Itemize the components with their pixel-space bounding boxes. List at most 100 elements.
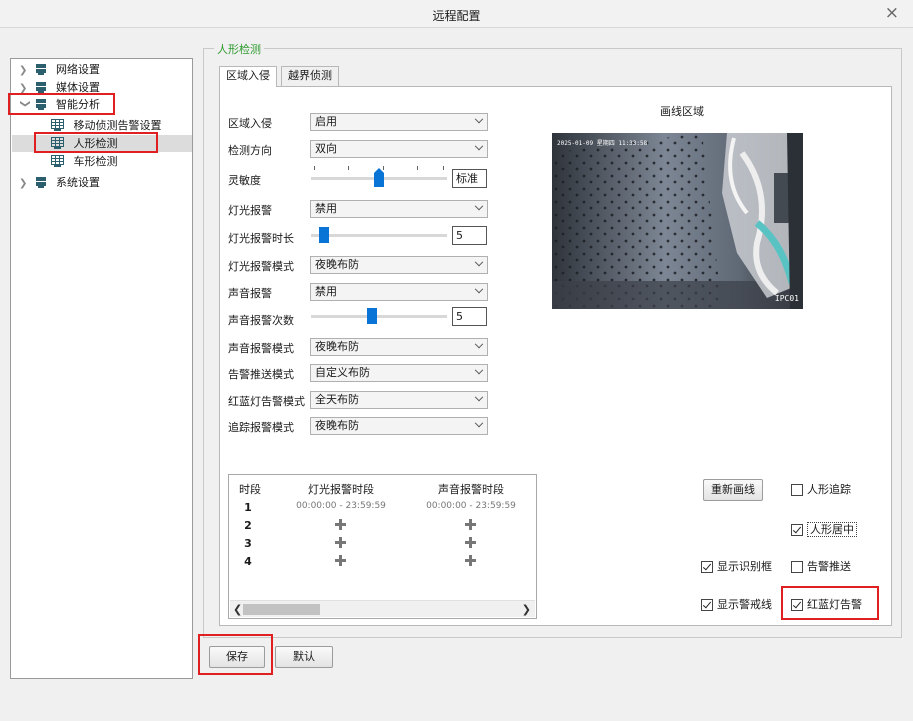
scroll-left-icon[interactable]: ❮ (233, 603, 242, 616)
add-light-period-icon[interactable] (335, 519, 346, 530)
tree-label: 网络设置 (56, 63, 100, 76)
track-mode-label: 追踪报警模式 (228, 421, 294, 434)
table-header: 时段 (239, 483, 261, 496)
checkbox-box (701, 599, 713, 611)
light-alarm-select[interactable]: 禁用 (310, 200, 488, 218)
sound-count-slider[interactable] (311, 308, 447, 324)
horizontal-scrollbar[interactable]: ❮ ❯ (230, 600, 535, 617)
tree-label: 系统设置 (56, 176, 100, 189)
select-value: 双向 (315, 142, 337, 155)
select-value: 禁用 (315, 285, 337, 298)
chevron-down-icon (474, 284, 484, 294)
schedule-table: 时段 灯光报警时段 声音报警时段 1 00:00:00 - 23:59:59 0… (228, 474, 537, 619)
add-sound-period-icon[interactable] (465, 537, 476, 548)
light-mode-select[interactable]: 夜晚布防 (310, 256, 488, 274)
sound-count-input[interactable]: 5 (452, 307, 487, 326)
window-title: 远程配置 (432, 9, 481, 23)
add-light-period-icon[interactable] (335, 555, 346, 566)
add-light-period-icon[interactable] (335, 537, 346, 548)
light-mode-label: 灯光报警模式 (228, 260, 294, 273)
drawing-area-label: 画线区域 (660, 105, 704, 118)
select-value: 全天布防 (315, 393, 359, 406)
sound-mode-label: 声音报警模式 (228, 342, 294, 355)
slider-track (311, 315, 447, 318)
default-button[interactable]: 默认 (275, 646, 333, 668)
checkbox-box (701, 561, 713, 573)
sound-alarm-label: 声音报警 (228, 287, 272, 300)
tree-label: 车形检测 (73, 155, 118, 168)
chevron-right-icon[interactable]: ❯ (19, 62, 31, 79)
chevron-down-icon[interactable]: ❯ (17, 100, 34, 112)
sound-alarm-select[interactable]: 禁用 (310, 283, 488, 301)
sound-period-cell[interactable]: 00:00:00 - 23:59:59 (411, 501, 531, 511)
tree-item-vehicle-detection[interactable]: 车形检测 (51, 153, 118, 170)
add-sound-period-icon[interactable] (465, 519, 476, 530)
osd-camera-name: IPC01 (774, 294, 799, 303)
group-title: 人形检测 (214, 41, 264, 57)
sensitivity-slider[interactable] (311, 166, 447, 187)
settings-module-icon (35, 82, 46, 93)
light-alarm-label: 灯光报警 (228, 204, 272, 217)
tree-item-smart-analysis[interactable]: ❯ 智能分析 (17, 96, 101, 113)
check-icon (702, 599, 712, 609)
grid-module-icon (51, 119, 64, 131)
sound-mode-select[interactable]: 夜晚布防 (310, 338, 488, 356)
light-period-cell[interactable]: 00:00:00 - 23:59:59 (281, 501, 401, 511)
check-icon (702, 561, 712, 571)
scroll-thumb[interactable] (243, 604, 320, 615)
chevron-down-icon (474, 201, 484, 211)
region-intrusion-label: 区域入侵 (228, 117, 272, 130)
chevron-down-icon (474, 114, 484, 124)
tree-item-system[interactable]: ❯ 系统设置 (19, 174, 100, 191)
camera-image (552, 133, 803, 309)
redraw-line-button[interactable]: 重新画线 (703, 479, 763, 501)
tree-item-media[interactable]: ❯ 媒体设置 (19, 79, 100, 96)
chevron-right-icon[interactable]: ❯ (19, 175, 31, 192)
light-duration-input[interactable]: 5 (452, 226, 487, 245)
settings-module-icon (35, 99, 46, 110)
tree-item-motion-alarm[interactable]: 移动侦测告警设置 (51, 117, 162, 134)
slider-tick (443, 166, 444, 170)
direction-select[interactable]: 双向 (310, 140, 488, 158)
save-button[interactable]: 保存 (209, 646, 265, 668)
select-value: 夜晚布防 (315, 419, 359, 432)
table-header: 声音报警时段 (438, 483, 504, 496)
track-mode-select[interactable]: 夜晚布防 (310, 417, 488, 435)
checkbox-box (791, 524, 803, 536)
scroll-right-icon[interactable]: ❯ (522, 603, 531, 616)
chevron-right-icon[interactable]: ❯ (19, 80, 31, 97)
sound-count-label: 声音报警次数 (228, 314, 294, 327)
redblue-mode-select[interactable]: 全天布防 (310, 391, 488, 409)
tab-region-intrusion[interactable]: 区域入侵 (219, 66, 277, 87)
slider-tick (348, 166, 349, 170)
tab-line-crossing[interactable]: 越界侦测 (281, 66, 339, 86)
checkbox-box (791, 561, 803, 573)
slider-thumb[interactable] (374, 168, 384, 187)
push-mode-select[interactable]: 自定义布防 (310, 364, 488, 382)
checkbox-label: 显示警戒线 (717, 598, 772, 611)
checkbox-label: 人形居中 (807, 522, 857, 537)
check-icon (792, 524, 802, 534)
region-intrusion-select[interactable]: 启用 (310, 113, 488, 131)
select-value: 自定义布防 (315, 366, 370, 379)
tree-item-human-detection[interactable]: 人形检测 (12, 135, 192, 152)
light-duration-label: 灯光报警时长 (228, 232, 294, 245)
slider-track (311, 234, 447, 237)
config-tree: ❯ 网络设置 ❯ 媒体设置 ❯ 智能分析 移动侦测告警设置 人形检测 车形检测 … (10, 58, 193, 679)
chevron-down-icon (474, 339, 484, 349)
add-sound-period-icon[interactable] (465, 555, 476, 566)
slider-thumb[interactable] (319, 227, 329, 243)
video-preview[interactable]: 2025-01-09 星期四 11:33:58 IPC01 (552, 133, 803, 309)
checkbox-label: 告警推送 (807, 560, 851, 573)
select-value: 夜晚布防 (315, 258, 359, 271)
tree-item-network[interactable]: ❯ 网络设置 (19, 61, 100, 78)
slider-thumb[interactable] (367, 308, 377, 324)
title-bar: 远程配置 × (0, 0, 913, 28)
checkbox-label: 显示识别框 (717, 560, 772, 573)
table-header: 灯光报警时段 (308, 483, 374, 496)
chevron-down-icon (474, 257, 484, 267)
close-icon[interactable]: × (885, 3, 899, 23)
select-value: 夜晚布防 (315, 340, 359, 353)
light-duration-slider[interactable] (311, 227, 447, 243)
direction-label: 检测方向 (228, 144, 272, 157)
